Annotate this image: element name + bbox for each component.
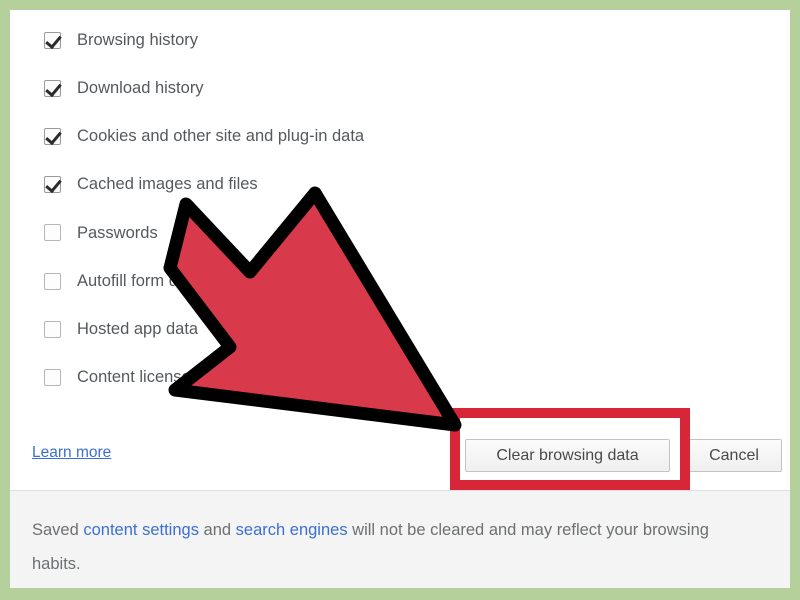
- cancel-button[interactable]: Cancel: [686, 439, 782, 472]
- checkbox-row[interactable]: Download history: [44, 75, 204, 101]
- checkbox-label: Content licenses: [77, 368, 199, 387]
- clear-browsing-data-dialog: Browsing history Download history Cookies …: [10, 10, 790, 588]
- dialog-footer: Saved content settings and search engine…: [10, 490, 790, 588]
- footer-note: Saved content settings and search engine…: [32, 513, 762, 581]
- checkbox-label: Passwords: [77, 223, 158, 242]
- clear-browsing-data-button[interactable]: Clear browsing data: [465, 439, 670, 472]
- dialog-button-row: Clear browsing data Cancel: [10, 435, 790, 475]
- checkbox-checked-icon[interactable]: [44, 79, 61, 97]
- checkbox-unchecked-icon[interactable]: [44, 224, 61, 242]
- checkbox-label: Cached images and files: [77, 175, 258, 194]
- checkbox-row[interactable]: Cached images and files: [44, 172, 258, 198]
- search-engines-link[interactable]: search engines: [236, 521, 348, 539]
- checkbox-label: Cookies and other site and plug-in data: [77, 127, 365, 146]
- checkbox-checked-icon[interactable]: [44, 176, 61, 194]
- screenshot-stage: Browsing history Download history Cookies …: [0, 0, 800, 600]
- checkbox-label: Hosted app data: [77, 319, 199, 338]
- checkbox-row[interactable]: Cookies and other site and plug-in data: [44, 123, 364, 149]
- checkbox-checked-icon[interactable]: [44, 31, 61, 49]
- checkbox-row[interactable]: Hosted app data: [44, 316, 198, 342]
- checkbox-row[interactable]: Content licenses: [44, 364, 199, 390]
- checkbox-unchecked-icon[interactable]: [44, 320, 61, 338]
- content-settings-link[interactable]: content settings: [83, 521, 199, 539]
- checkbox-row[interactable]: Autofill form data: [44, 268, 201, 294]
- footer-text-part2: and: [198, 521, 236, 539]
- checkbox-label: Download history: [77, 78, 204, 97]
- checkbox-row[interactable]: Browsing history: [44, 27, 198, 53]
- footer-text-part1: Saved: [32, 521, 84, 539]
- checkbox-unchecked-icon[interactable]: [44, 272, 61, 290]
- checkbox-checked-icon[interactable]: [44, 127, 61, 145]
- checkbox-row[interactable]: Passwords: [44, 220, 158, 246]
- checkbox-unchecked-icon[interactable]: [44, 368, 61, 386]
- checkbox-label: Autofill form data: [77, 271, 201, 290]
- checkbox-label: Browsing history: [77, 30, 199, 49]
